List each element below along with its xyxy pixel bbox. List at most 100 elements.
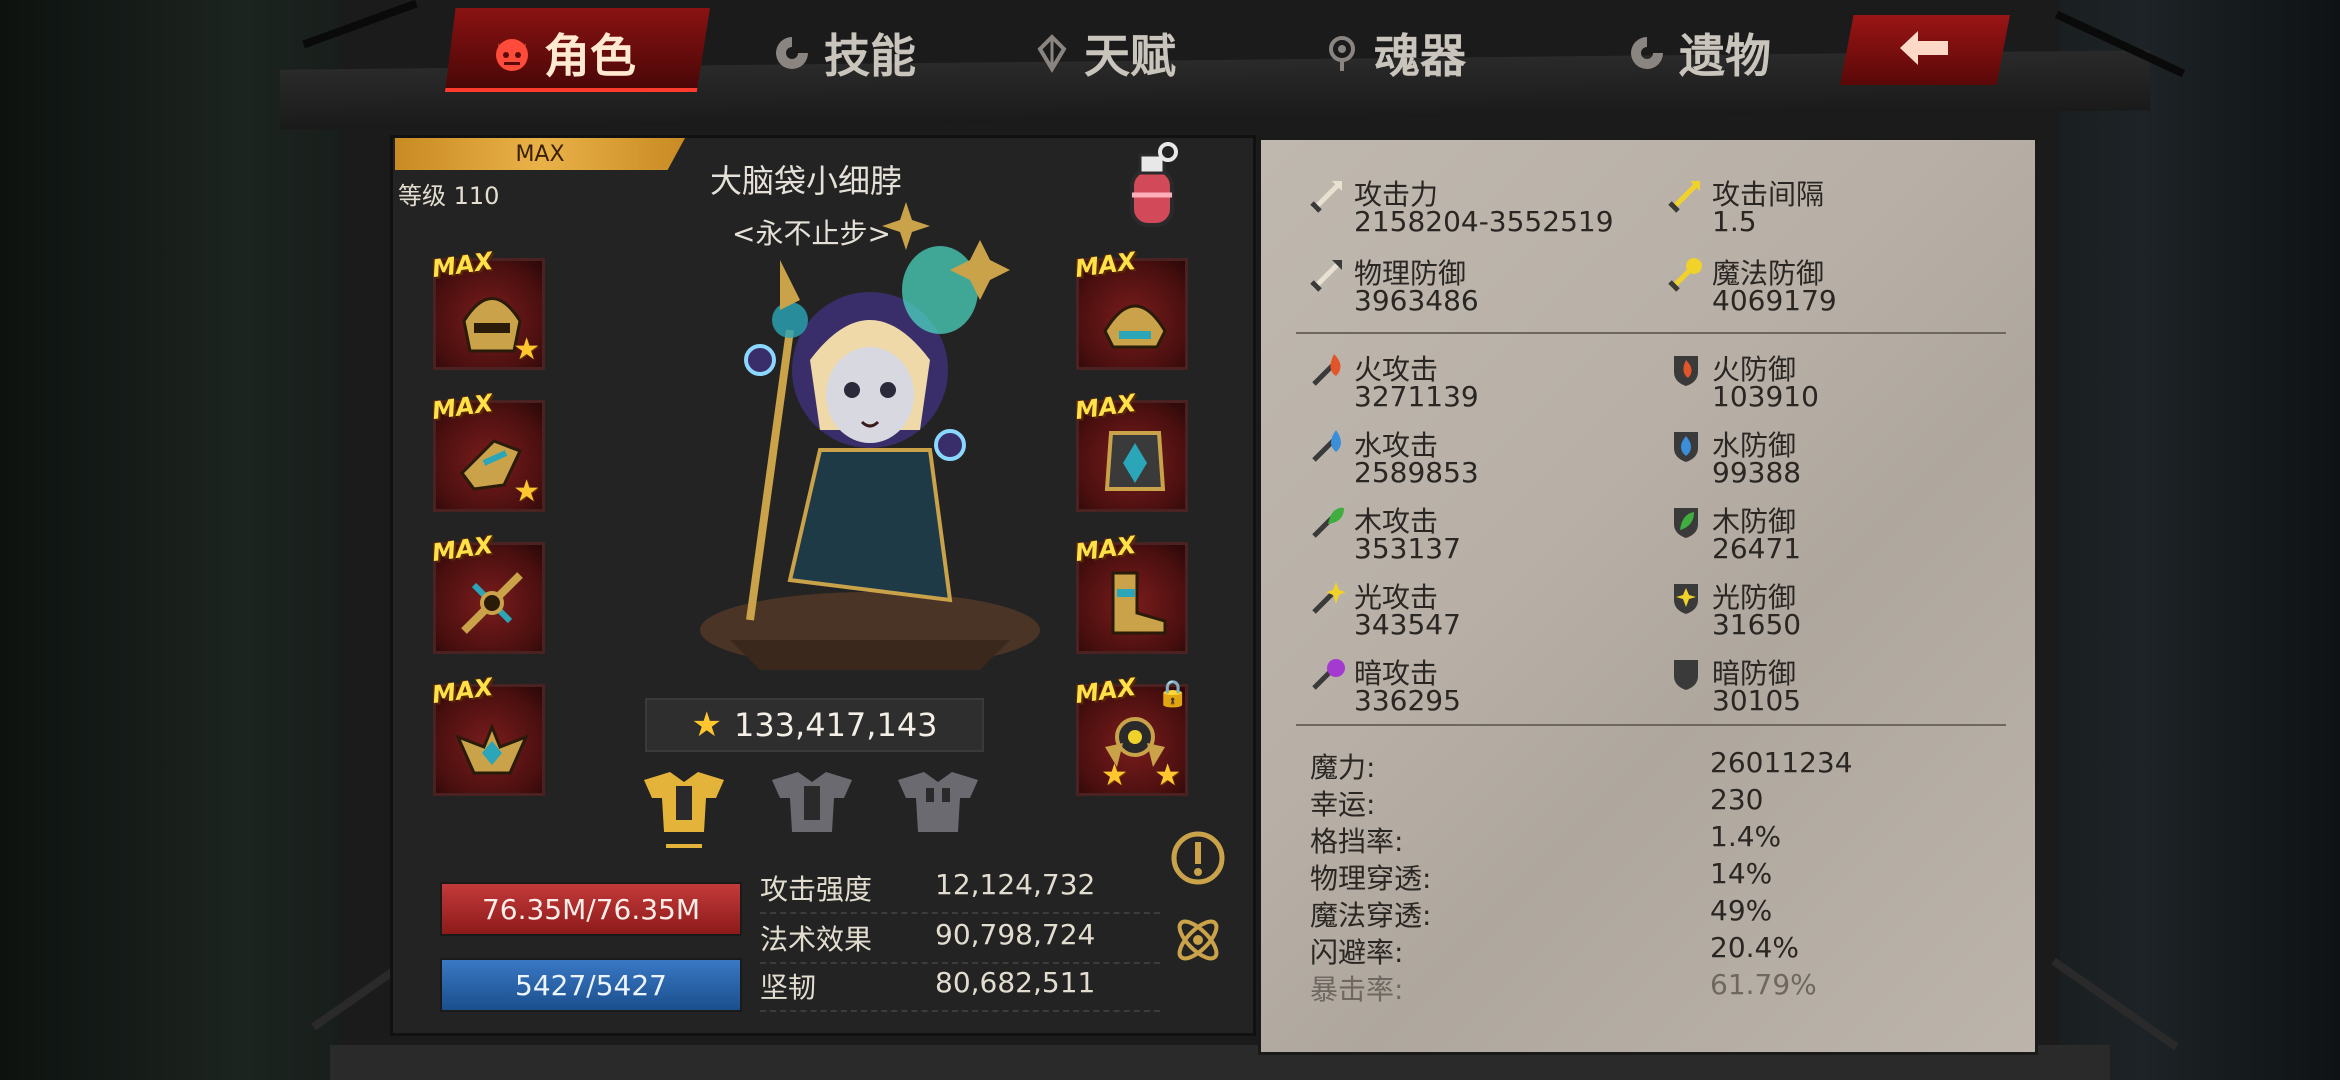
tab-talent[interactable]: 天赋 — [1030, 18, 1176, 88]
combat-power-value: 133,417,143 — [733, 706, 938, 744]
armor-style-button-3[interactable] — [890, 770, 986, 840]
stat-label: 魔力: — [1310, 751, 1376, 784]
tab-relics[interactable]: 遗物 — [1625, 18, 1771, 88]
tab-skills[interactable]: 技能 — [770, 18, 916, 88]
equipment-slot-weapon[interactable]: MAX — [430, 531, 545, 654]
stat-light-defense: 光防御 31650 — [1668, 576, 2008, 644]
stat-dark-defense: 暗防御 30105 — [1668, 652, 2008, 720]
equipment-slot-shoulder[interactable]: MAX — [1073, 247, 1188, 370]
equipment-slot-emblem[interactable]: MAX — [430, 673, 545, 796]
strength-label: 坚韧 — [760, 971, 817, 1004]
stat-value: 3963486 — [1354, 284, 1479, 317]
stat-value: 61.79% — [1710, 968, 1817, 1001]
equipment-slot-gauntlet[interactable]: MAX ★ — [430, 389, 545, 512]
level-label: 等级 110 — [398, 182, 500, 210]
shoulder-armor-icon — [1097, 281, 1173, 357]
stat-block-rate: 格挡率: 1.4% — [1310, 820, 2010, 858]
potion-icon[interactable] — [1110, 140, 1190, 240]
dark-attack-icon — [1310, 656, 1346, 692]
mp-value: 5427/5427 — [515, 968, 667, 1002]
strength-value: 80,682,511 — [935, 966, 1096, 999]
stat-value: 343547 — [1354, 608, 1461, 641]
strength-label: 法术效果 — [760, 923, 873, 956]
stat-value: 1.5 — [1712, 205, 1757, 238]
stat-crit-rate: 暴击率: 61.79% — [1310, 968, 2010, 1006]
stat-value: 353137 — [1354, 532, 1461, 565]
fire-attack-icon — [1310, 352, 1346, 388]
divider — [1296, 724, 2006, 726]
tab-character[interactable]: 角色 — [490, 18, 636, 88]
stat-water-attack: 水攻击 2589853 — [1310, 424, 1650, 492]
equipment-slot-helmet[interactable]: MAX ★ — [430, 247, 545, 370]
equipment-slot-crest[interactable]: MAX 🔒 ★ ★ — [1073, 673, 1189, 796]
chest-armor-icon — [1097, 423, 1173, 499]
stat-attack: 攻击力 2158204-3552519 — [1310, 173, 1650, 241]
soul-icon — [1320, 31, 1364, 75]
hp-bar: 76.35M/76.35M — [440, 882, 742, 936]
star-icon: ★ — [1101, 758, 1128, 793]
level-max-banner: MAX — [395, 138, 685, 170]
tab-label: 角色 — [544, 29, 636, 83]
stat-physical-penetration: 物理穿透: 14% — [1310, 857, 2010, 895]
character-name: 大脑袋小细脖 — [710, 162, 903, 200]
dark-defense-icon — [1668, 656, 1704, 692]
stat-wood-defense: 木防御 26471 — [1668, 500, 2008, 568]
devil-icon — [490, 31, 534, 75]
stat-value: 230 — [1710, 783, 1764, 816]
stat-wood-attack: 木攻击 353137 — [1310, 500, 1650, 568]
stat-value: 336295 — [1354, 684, 1461, 717]
armor-style-button-2[interactable] — [764, 770, 860, 840]
weapon-icon — [454, 565, 530, 641]
attack-speed-icon — [1668, 177, 1704, 213]
stat-value: 20.4% — [1710, 931, 1799, 964]
stat-dark-attack: 暗攻击 336295 — [1310, 652, 1650, 720]
stat-label: 幸运: — [1310, 788, 1376, 821]
combat-power: ★ 133,417,143 — [645, 698, 984, 752]
wood-attack-icon — [1310, 504, 1346, 540]
armor-icon — [764, 768, 860, 842]
stat-magic-penetration: 魔法穿透: 49% — [1310, 894, 2010, 932]
stat-mana: 魔力: 26011234 — [1310, 746, 2010, 784]
stat-value: 4069179 — [1712, 284, 1837, 317]
stat-label: 格挡率: — [1310, 825, 1404, 858]
light-defense-icon — [1668, 580, 1704, 616]
water-defense-icon — [1668, 428, 1704, 464]
stat-value: 14% — [1710, 857, 1773, 890]
tab-label: 技能 — [824, 29, 916, 83]
strength-value: 90,798,724 — [935, 918, 1096, 951]
stat-value: 31650 — [1712, 608, 1802, 641]
stat-magic-defense: 魔法防御 4069179 — [1668, 252, 2008, 320]
strength-value: 12,124,732 — [935, 868, 1096, 901]
stat-value: 26471 — [1712, 532, 1802, 565]
star-icon: ★ — [691, 705, 722, 745]
fire-defense-icon — [1668, 352, 1704, 388]
tab-soul-vessel[interactable]: 魂器 — [1320, 18, 1466, 88]
armor-style-button-1[interactable] — [636, 770, 732, 848]
equipment-slot-chest[interactable]: MAX — [1073, 389, 1188, 512]
stat-label: 物理穿透: — [1310, 862, 1432, 895]
strength-row-spell: 法术效果 90,798,724 — [760, 918, 1160, 964]
lock-icon: 🔒 — [1156, 679, 1189, 709]
atom-icon[interactable] — [1170, 912, 1226, 968]
crystal-icon — [1030, 31, 1074, 75]
star-icon: ★ — [513, 332, 540, 367]
hero-portrait[interactable] — [640, 200, 1080, 670]
back-button[interactable] — [1840, 15, 2010, 85]
light-attack-icon — [1310, 580, 1346, 616]
stat-value: 103910 — [1712, 380, 1819, 413]
water-attack-icon — [1310, 428, 1346, 464]
info-alert-icon[interactable] — [1170, 830, 1226, 886]
stat-light-attack: 光攻击 343547 — [1310, 576, 1650, 644]
stat-dodge-rate: 闪避率: 20.4% — [1310, 931, 2010, 969]
back-arrow-icon — [1890, 23, 1960, 77]
star-icon: ★ — [513, 474, 540, 509]
mp-bar: 5427/5427 — [440, 958, 742, 1012]
stat-value: 2589853 — [1354, 456, 1479, 489]
equipment-slot-boots[interactable]: MAX — [1073, 531, 1188, 654]
sword-icon — [1310, 177, 1346, 213]
physical-defense-icon — [1310, 256, 1346, 292]
stat-fire-attack: 火攻击 3271139 — [1310, 348, 1650, 416]
strength-row-toughness: 坚韧 80,682,511 — [760, 966, 1160, 1012]
tab-label: 魂器 — [1374, 29, 1466, 83]
swirl-icon — [770, 31, 814, 75]
